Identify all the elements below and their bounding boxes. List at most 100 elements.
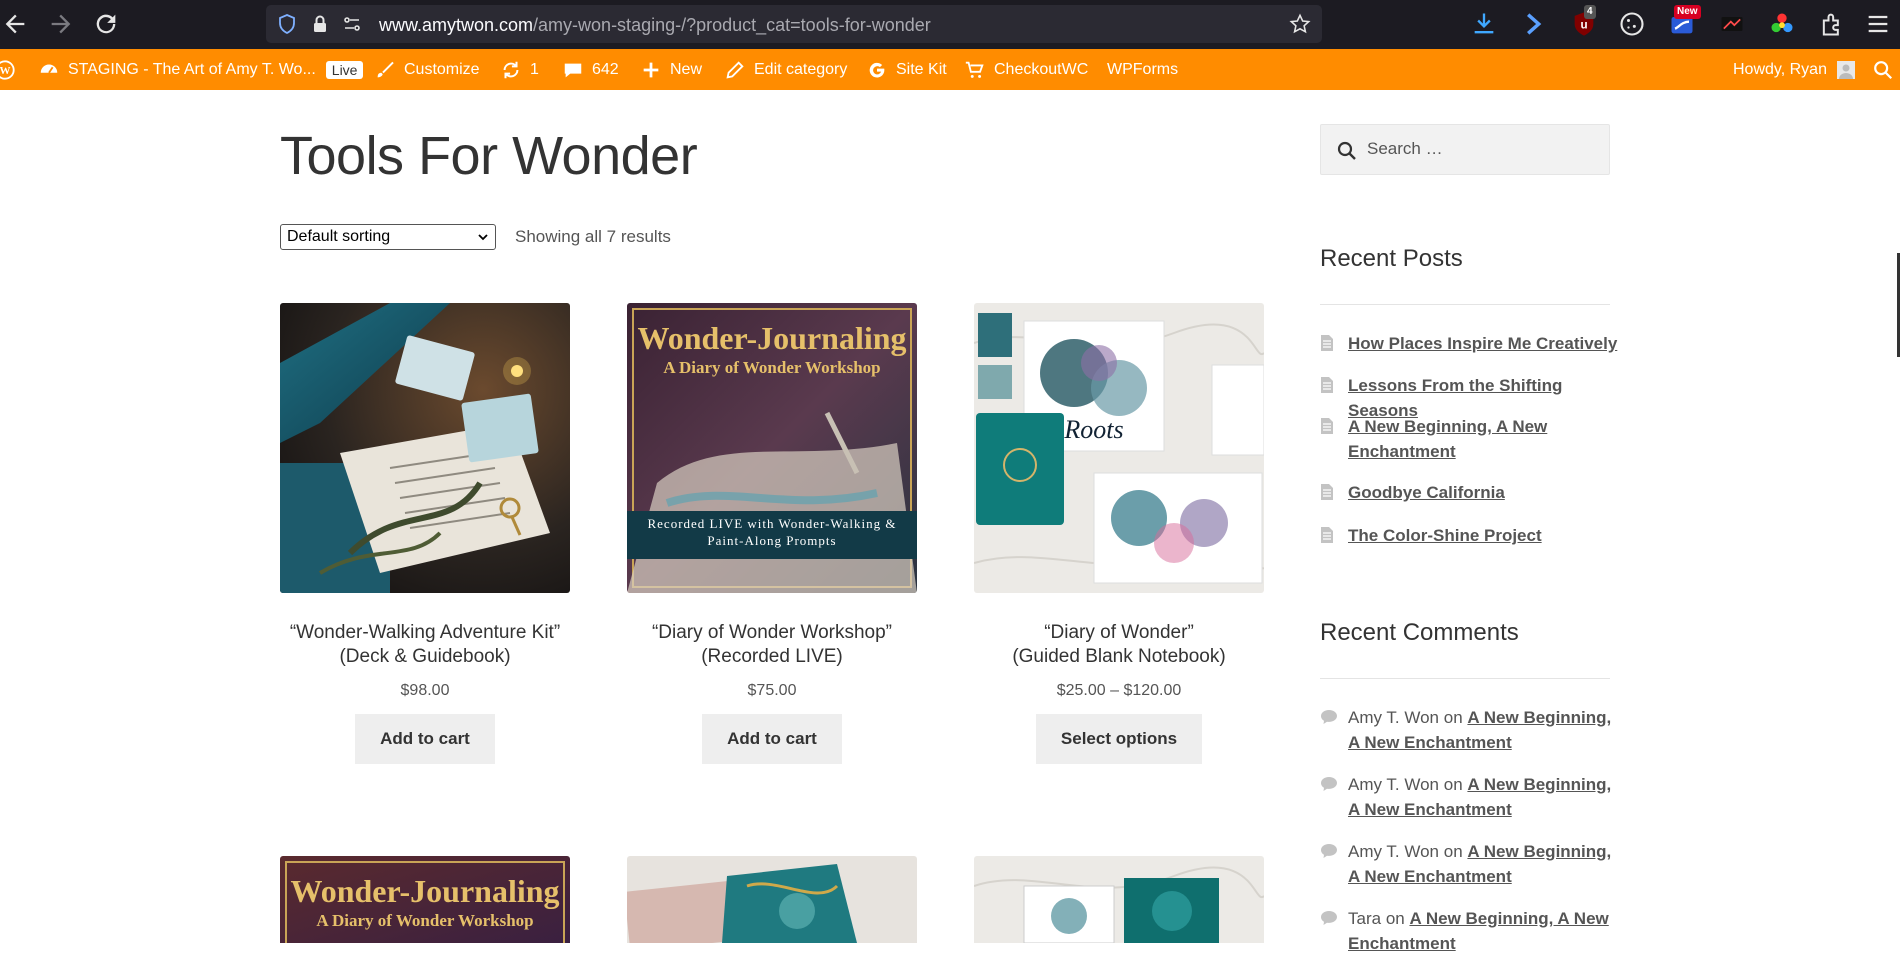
admin-wpforms[interactable]: WPForms xyxy=(1107,49,1178,90)
ublock-badge: 4 xyxy=(1584,5,1596,19)
customize-label: Customize xyxy=(404,60,480,78)
admin-edit-category[interactable]: Edit category xyxy=(724,49,847,90)
product-card: “Wonder-Walking Adventure Kit” (Deck & G… xyxy=(280,303,570,764)
google-g-icon xyxy=(869,62,885,78)
wp-admin-bar: W STAGING - The Art of Amy T. Wo... Live… xyxy=(0,49,1900,90)
downloads-icon[interactable] xyxy=(1470,10,1498,38)
product-image-workshop[interactable]: Wonder-Journaling A Diary of Wonder Work… xyxy=(627,303,917,593)
paintbrush-icon xyxy=(377,61,394,77)
workshop-image-title: Wonder-Journaling xyxy=(637,320,906,356)
dashboard-icon xyxy=(40,64,58,73)
comment-icon xyxy=(1321,911,1337,925)
admin-search-icon[interactable] xyxy=(1872,49,1894,90)
admin-checkoutwc[interactable]: CheckoutWC xyxy=(964,49,1088,90)
checkoutwc-label: CheckoutWC xyxy=(994,60,1089,78)
updates-icon xyxy=(503,61,519,78)
lock-icon[interactable] xyxy=(310,14,330,34)
admin-site-kit[interactable]: Site Kit xyxy=(866,49,947,90)
comment-on: on xyxy=(1443,775,1463,794)
add-to-cart-button[interactable]: Add to cart xyxy=(355,714,495,764)
journaling-image-subtitle: A Diary of Wonder Workshop xyxy=(316,911,533,930)
product-image-deck[interactable] xyxy=(627,856,917,943)
new-badge: New xyxy=(1674,5,1701,19)
sort-select[interactable]: Default sorting xyxy=(280,224,496,250)
wpforms-label: WPForms xyxy=(1107,60,1179,78)
cart-icon xyxy=(965,61,984,78)
cookie-icon[interactable] xyxy=(1618,10,1646,38)
workshop-image-banner: Recorded LIVE with Wonder-Walking & Pain… xyxy=(647,516,897,548)
document-icon xyxy=(1321,418,1333,434)
extensions-puzzle-icon[interactable] xyxy=(1818,10,1846,38)
sidebar-search-input[interactable]: Search … xyxy=(1320,124,1610,175)
product-image-cards[interactable] xyxy=(974,856,1264,943)
svg-text:Roots: Roots xyxy=(1063,415,1123,444)
comment-bubble-icon xyxy=(564,63,582,77)
back-icon[interactable] xyxy=(1,10,29,38)
comment-icon xyxy=(1321,777,1337,791)
admin-new[interactable]: New xyxy=(640,49,702,90)
admin-updates[interactable]: 1 xyxy=(500,49,539,90)
product-title[interactable]: “Wonder-Walking Adventure Kit” (Deck & G… xyxy=(280,621,570,669)
site-kit-label: Site Kit xyxy=(896,60,947,78)
product-image-journaling[interactable]: Wonder-Journaling A Diary of Wonder Work… xyxy=(280,856,570,943)
admin-site-name[interactable]: STAGING - The Art of Amy T. Wo... Live xyxy=(38,49,364,90)
browser-toolbar: www.amytwon.com/amy-won-staging-/?produc… xyxy=(0,0,1900,49)
result-count: Showing all 7 results xyxy=(515,227,671,246)
bookmark-star-icon[interactable] xyxy=(1289,13,1311,35)
comment-author: Amy T. Won xyxy=(1348,842,1440,861)
widget-divider xyxy=(1320,304,1610,305)
avatar xyxy=(1836,60,1855,79)
comment-icon xyxy=(1321,710,1337,724)
live-badge: Live xyxy=(325,60,364,79)
svg-text:W: W xyxy=(0,65,11,77)
recent-comments-title: Recent Comments xyxy=(1320,619,1519,646)
comment-author: Tara xyxy=(1348,909,1382,928)
edit-category-label: Edit category xyxy=(754,60,848,78)
workshop-image-subtitle: A Diary of Wonder Workshop xyxy=(663,358,880,377)
site-name-label: STAGING - The Art of Amy T. Wo... xyxy=(68,60,316,78)
devtools-icon[interactable] xyxy=(1718,10,1746,38)
sort-selected-label: Default sorting xyxy=(287,228,391,245)
recent-post-link[interactable]: A New Beginning, A New Enchantment xyxy=(1348,414,1623,464)
recent-post-link[interactable]: How Places Inspire Me Creatively xyxy=(1348,331,1623,356)
url-bar[interactable]: www.amytwon.com/amy-won-staging-/?produc… xyxy=(266,5,1322,43)
select-options-button[interactable]: Select options xyxy=(1035,714,1203,764)
comment-on: on xyxy=(1385,909,1405,928)
product-image-adventure-kit[interactable] xyxy=(280,303,570,593)
admin-customize[interactable]: Customize xyxy=(374,49,480,90)
recent-post-link[interactable]: The Color-Shine Project xyxy=(1348,523,1623,548)
admin-comments[interactable]: 642 xyxy=(562,49,619,90)
url-text[interactable]: www.amytwon.com/amy-won-staging-/?produc… xyxy=(379,15,931,36)
product-price: $98.00 xyxy=(400,682,450,699)
extension-arrow-icon[interactable] xyxy=(1520,10,1548,38)
reload-icon[interactable] xyxy=(92,10,120,38)
add-to-cart-button[interactable]: Add to cart xyxy=(702,714,842,764)
product-title[interactable]: “Diary of Wonder Workshop” (Recorded LIV… xyxy=(627,621,917,669)
menu-icon[interactable] xyxy=(1864,10,1892,38)
recent-post-link[interactable]: Goodbye California xyxy=(1348,480,1623,505)
color-picker-icon[interactable] xyxy=(1768,10,1796,38)
svg-text:u: u xyxy=(1580,19,1587,32)
journaling-image-title: Wonder-Journaling xyxy=(290,873,559,909)
product-card: Wonder-Journaling A Diary of Wonder Work… xyxy=(627,303,917,764)
document-icon xyxy=(1321,484,1333,500)
page-title: Tools For Wonder xyxy=(280,126,698,186)
comment-icon xyxy=(1321,844,1337,858)
permissions-icon[interactable] xyxy=(342,14,362,34)
product-price: $75.00 xyxy=(747,682,797,699)
widget-divider xyxy=(1320,678,1610,679)
product-price: $25.00 – $120.00 xyxy=(1056,682,1182,699)
recent-posts-title: Recent Posts xyxy=(1320,245,1463,272)
product-image-notebook[interactable]: Roots xyxy=(974,303,1264,593)
forward-icon[interactable] xyxy=(47,10,75,38)
comment-on: on xyxy=(1443,842,1463,861)
shield-icon[interactable] xyxy=(277,14,297,34)
search-icon xyxy=(1337,141,1356,160)
new-extension-icon[interactable]: New xyxy=(1668,5,1701,38)
wordpress-logo-icon[interactable]: W xyxy=(0,49,16,90)
search-placeholder: Search … xyxy=(1367,139,1443,158)
admin-my-account[interactable]: Howdy, Ryan xyxy=(1733,49,1855,90)
ublock-icon[interactable]: u 4 xyxy=(1570,5,1598,38)
comments-count: 642 xyxy=(592,60,619,78)
product-title[interactable]: “Diary of Wonder” (Guided Blank Notebook… xyxy=(974,621,1264,669)
